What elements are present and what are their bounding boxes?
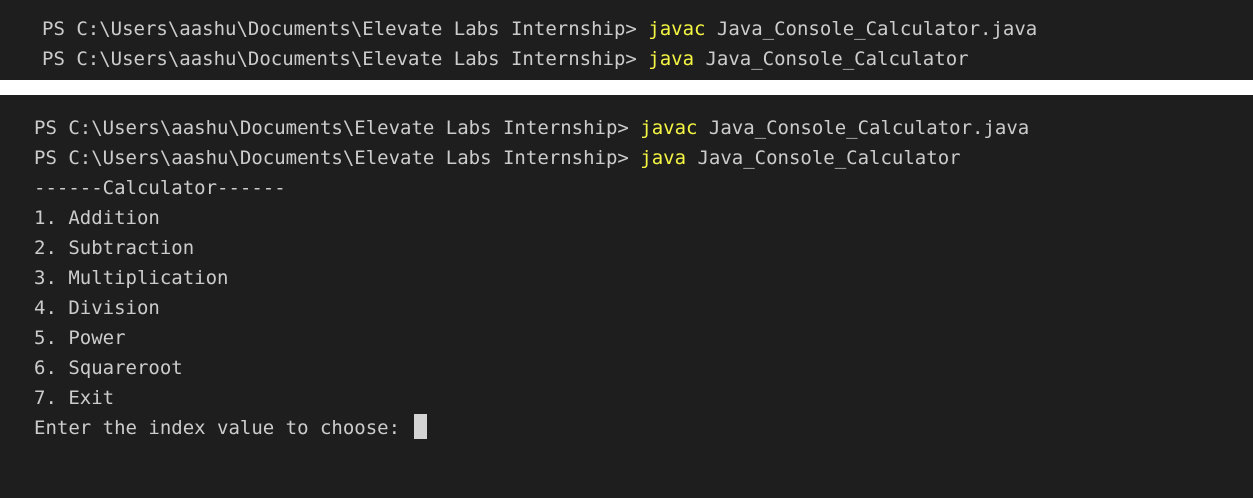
command-keyword: java xyxy=(640,147,687,169)
command-keyword: java xyxy=(648,48,695,70)
terminal-top: PS C:\Users\aashu\Documents\Elevate Labs… xyxy=(0,0,1253,80)
menu-item-addition: 1. Addition xyxy=(34,207,160,229)
command-args: Java_Console_Calculator.java xyxy=(705,18,1038,40)
command-args: Java_Console_Calculator xyxy=(686,147,961,169)
command-args: Java_Console_Calculator.java xyxy=(697,117,1030,139)
text-cursor[interactable] xyxy=(413,414,427,439)
terminal-bottom[interactable]: PS C:\Users\aashu\Documents\Elevate Labs… xyxy=(0,95,1253,498)
prompt: PS C:\Users\aashu\Documents\Elevate Labs… xyxy=(34,147,641,169)
menu-item-division: 4. Division xyxy=(34,297,160,319)
menu-item-power: 5. Power xyxy=(34,327,126,349)
menu-item-exit: 7. Exit xyxy=(34,387,115,409)
command-args: Java_Console_Calculator xyxy=(694,48,969,70)
menu-item-multiplication: 3. Multiplication xyxy=(34,267,229,289)
terminal-line: PS C:\Users\aashu\Documents\Elevate Labs… xyxy=(42,14,1253,44)
input-line[interactable]: Enter the index value to choose: xyxy=(34,413,1253,443)
prompt: PS C:\Users\aashu\Documents\Elevate Labs… xyxy=(42,48,649,70)
terminal-line: PS C:\Users\aashu\Documents\Elevate Labs… xyxy=(42,44,1253,74)
terminal-line: PS C:\Users\aashu\Documents\Elevate Labs… xyxy=(34,113,1253,143)
command-keyword: javac xyxy=(648,18,706,40)
menu-item-squareroot: 6. Squareroot xyxy=(34,357,183,379)
menu-item-subtraction: 2. Subtraction xyxy=(34,237,195,259)
prompt: PS C:\Users\aashu\Documents\Elevate Labs… xyxy=(34,117,641,139)
calculator-header: ------Calculator------ xyxy=(34,177,286,199)
input-prompt: Enter the index value to choose: xyxy=(34,417,412,439)
command-keyword: javac xyxy=(640,117,698,139)
terminal-line: PS C:\Users\aashu\Documents\Elevate Labs… xyxy=(34,143,1253,173)
prompt: PS C:\Users\aashu\Documents\Elevate Labs… xyxy=(42,18,649,40)
